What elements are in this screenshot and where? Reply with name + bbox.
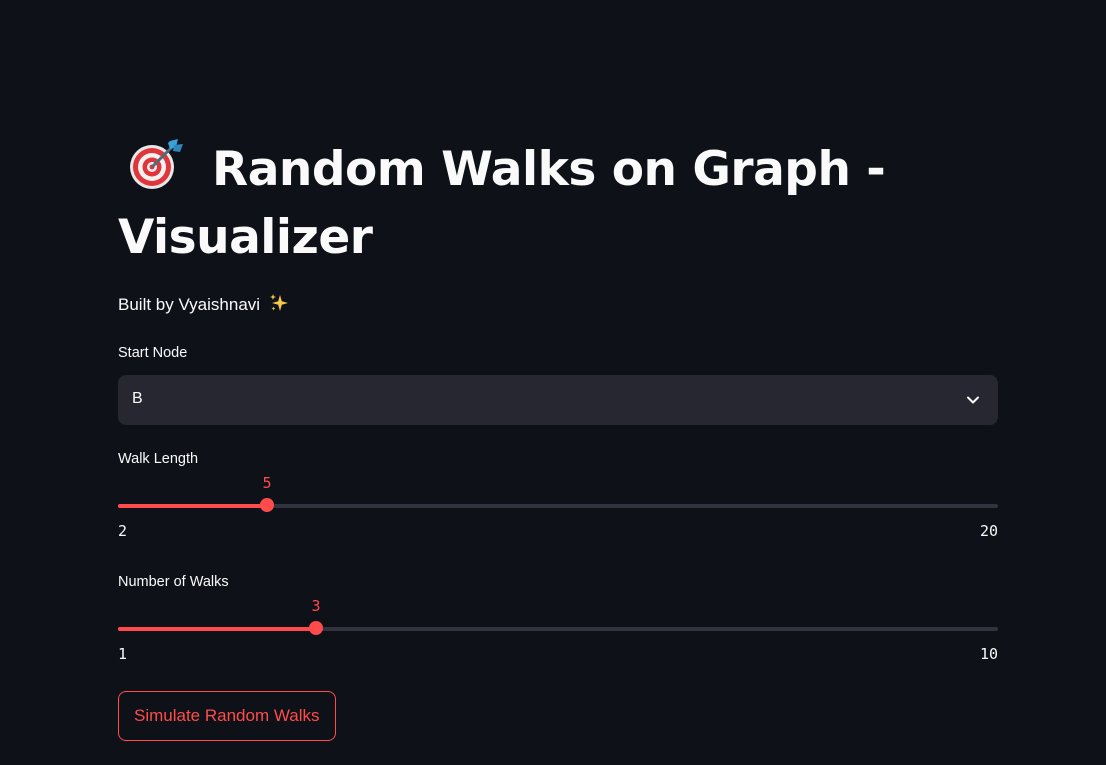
start-node-selected-value: B — [132, 390, 143, 407]
chevron-down-icon[interactable] — [966, 393, 980, 407]
page-title-text: Random Walks on Graph - Visualizer — [118, 142, 886, 265]
slider-thumb[interactable] — [260, 498, 274, 512]
num-walks-label: Number of Walks — [118, 574, 229, 590]
walk-length-slider[interactable]: 5 2 20 — [118, 474, 998, 584]
slider-min-label: 1 — [118, 645, 128, 663]
page-title: Random Walks on Graph - Visualizer — [118, 135, 998, 272]
slider-track-fill — [118, 627, 316, 631]
dart-target-icon — [126, 135, 186, 191]
sparkles-icon — [269, 293, 289, 313]
walk-length-label: Walk Length — [118, 451, 199, 467]
slider-max-label: 20 — [979, 522, 998, 540]
slider-current-value: 5 — [262, 474, 272, 492]
slider-track[interactable] — [118, 627, 998, 631]
subtitle-text: Built by Vyaishnavi — [118, 295, 261, 314]
simulate-random-walks-button[interactable]: Simulate Random Walks — [118, 691, 336, 741]
start-node-select[interactable]: B — [118, 375, 998, 425]
slider-track[interactable] — [118, 504, 998, 508]
slider-min-label: 2 — [118, 522, 128, 540]
slider-track-fill — [118, 504, 267, 508]
subtitle: Built by Vyaishnavi — [118, 292, 289, 318]
slider-current-value: 3 — [311, 597, 321, 615]
slider-max-label: 10 — [979, 645, 998, 663]
slider-thumb[interactable] — [309, 621, 323, 635]
start-node-label: Start Node — [118, 345, 188, 361]
